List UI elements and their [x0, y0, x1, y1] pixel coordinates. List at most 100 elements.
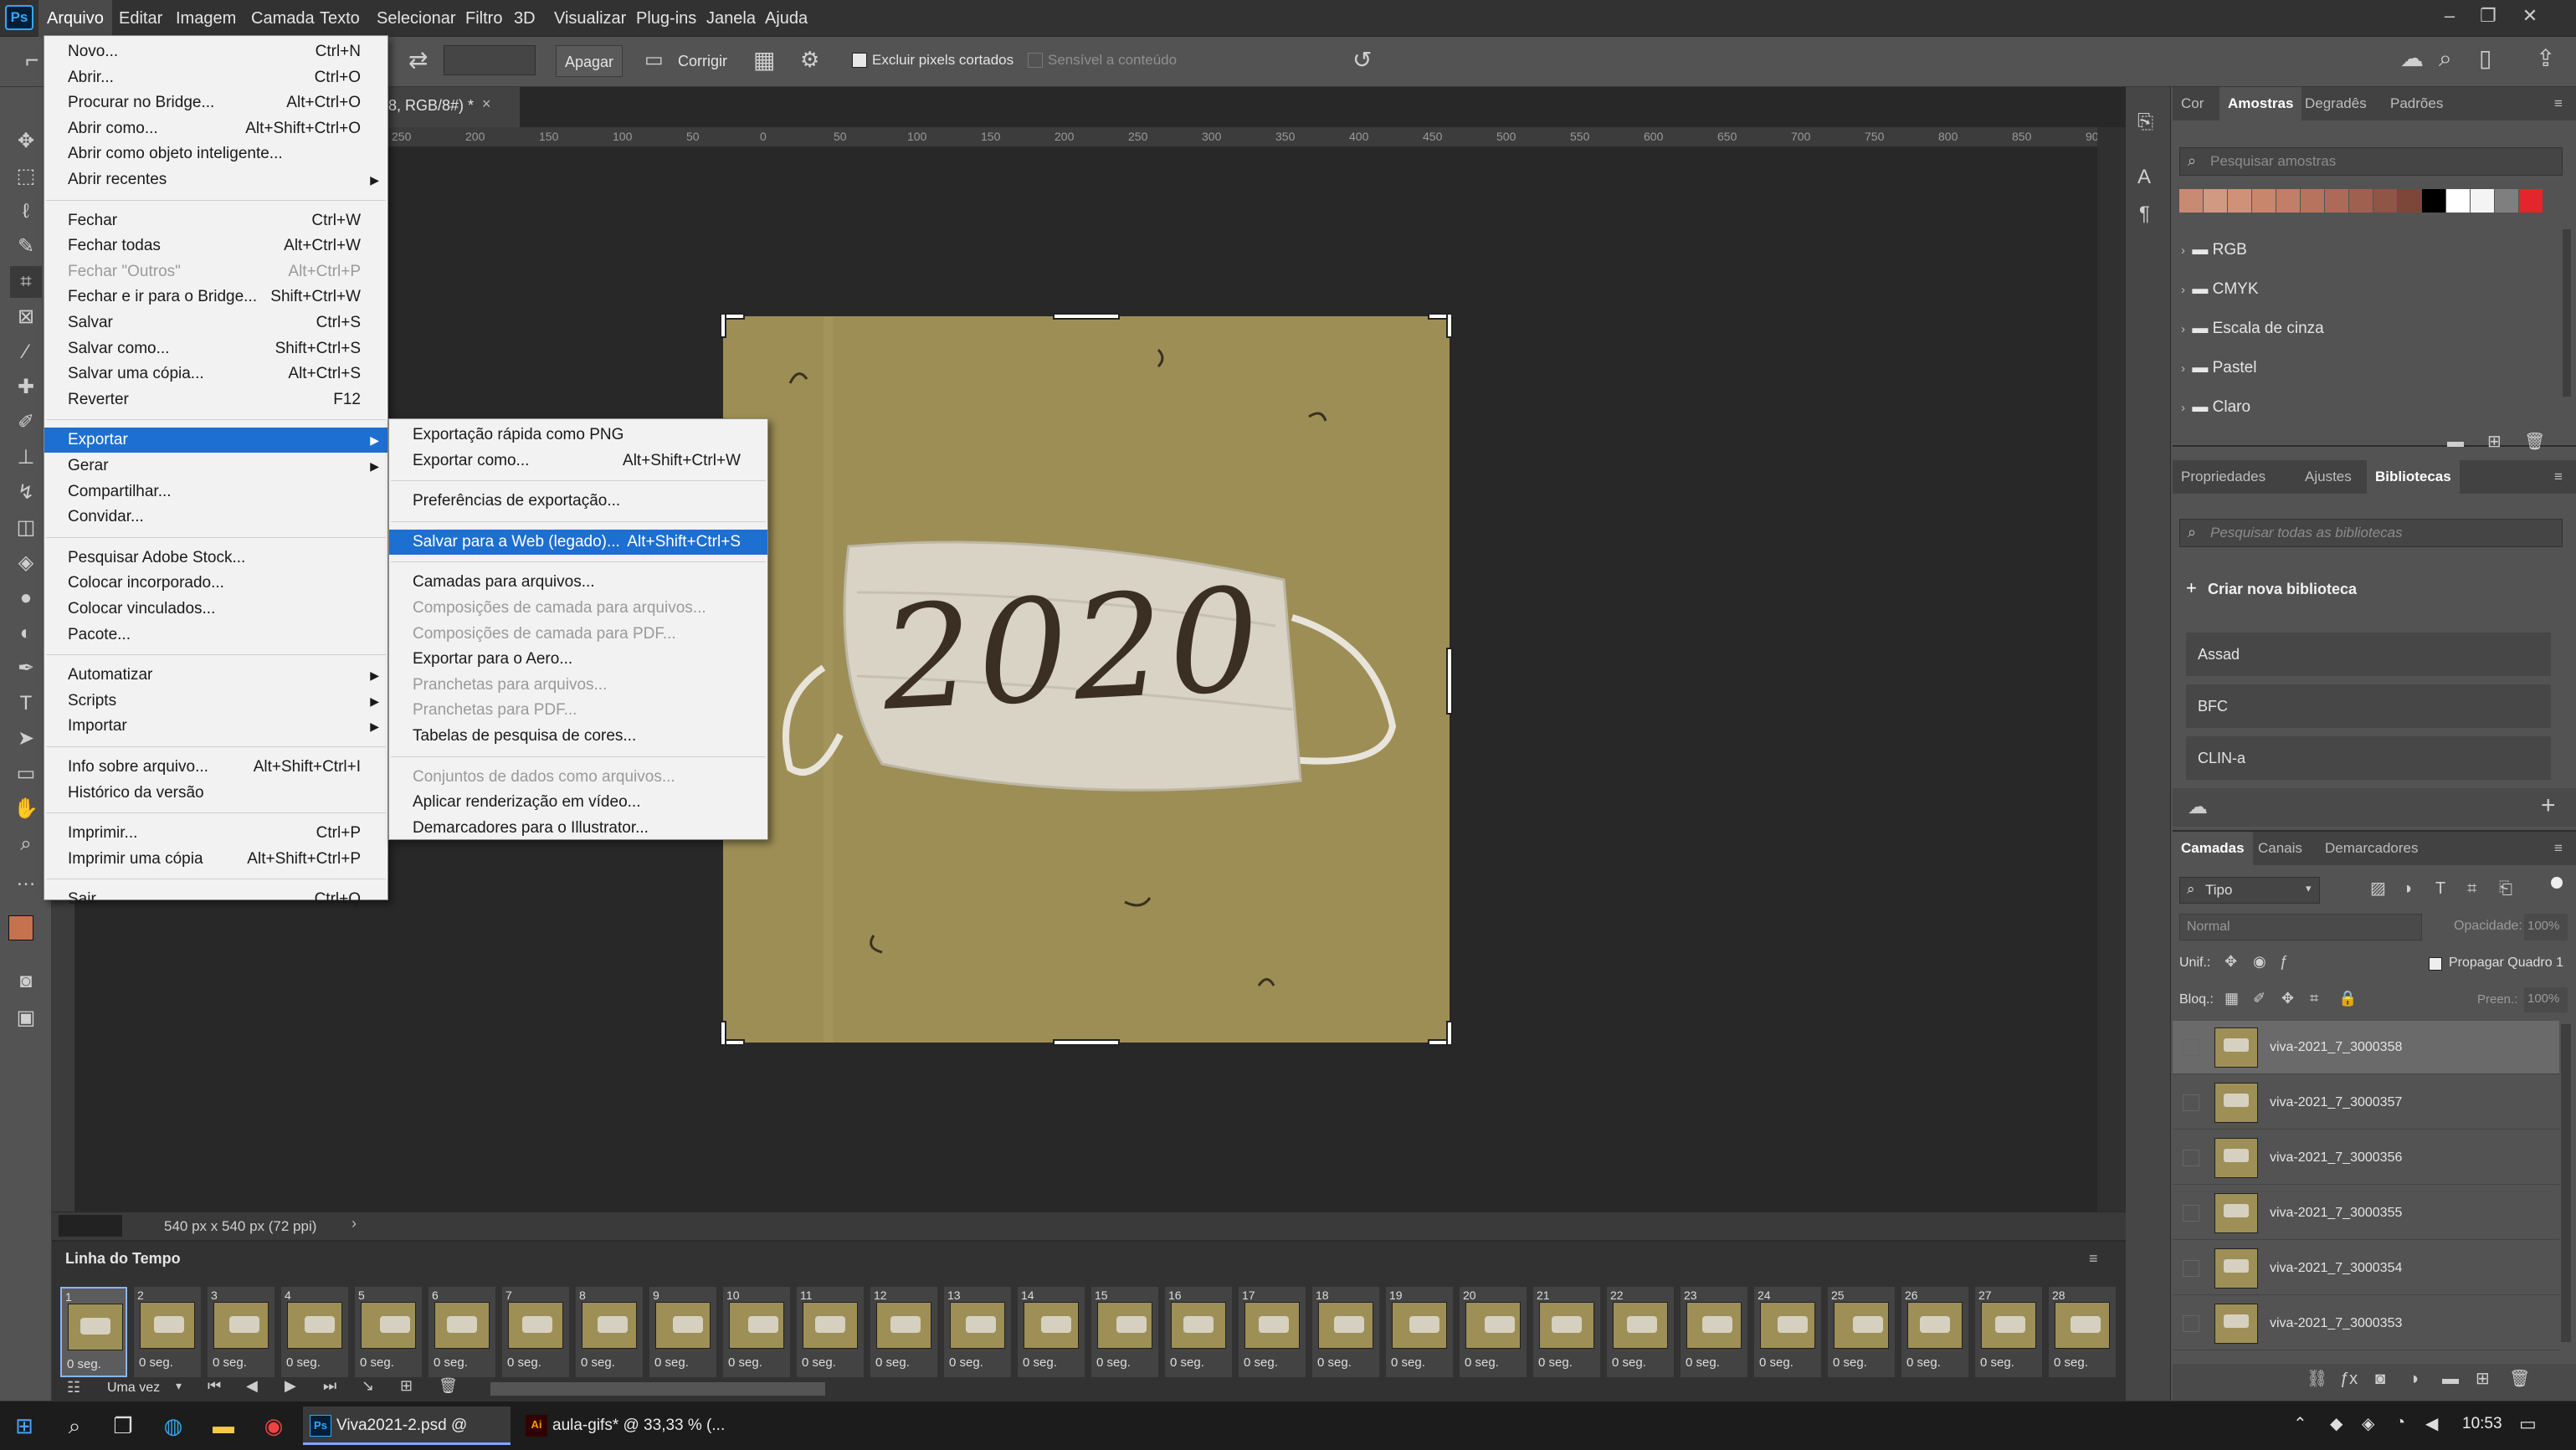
- ratio-input[interactable]: [444, 45, 536, 75]
- swatch-folder[interactable]: › ▬ Claro: [2181, 388, 2250, 427]
- menu-item[interactable]: Camadas para arquivos...: [389, 570, 767, 595]
- new-group-icon[interactable]: ▬: [2447, 433, 2464, 450]
- taskbar-app-illustrator[interactable]: Ai aula-gifs* @ 33,33 % (...: [519, 1406, 736, 1445]
- layer-row[interactable]: viva-2021_7_3000356: [2173, 1131, 2559, 1185]
- blend-mode-select[interactable]: Normal: [2179, 914, 2422, 940]
- lock-transparent-icon[interactable]: ▦: [2224, 991, 2239, 1006]
- menu-item[interactable]: Abrir... Ctrl+O: [44, 65, 387, 90]
- menu-item[interactable]: Exportar ▶: [44, 428, 387, 453]
- timeline-frame[interactable]: 19 0 seg.: [1386, 1287, 1453, 1377]
- swatch-folder[interactable]: › ▬ Escala de cinza: [2181, 310, 2324, 348]
- color-swatch[interactable]: [2398, 189, 2421, 213]
- frame-delay[interactable]: 0 seg.: [1833, 1355, 1867, 1370]
- frame-delay[interactable]: 0 seg.: [1980, 1355, 2014, 1370]
- timeline-frame[interactable]: 9 0 seg.: [649, 1287, 716, 1377]
- opacity-input[interactable]: 100%: [2524, 914, 2568, 940]
- filter-pixel-icon[interactable]: ▨: [2370, 880, 2386, 897]
- frame-delay[interactable]: 0 seg.: [67, 1357, 101, 1371]
- visibility-toggle[interactable]: [2183, 1315, 2199, 1332]
- timeline-frame[interactable]: 23 0 seg.: [1681, 1287, 1747, 1377]
- visibility-toggle[interactable]: [2183, 1205, 2199, 1222]
- tab-swatches[interactable]: Amostras: [2219, 87, 2302, 120]
- crop-handle[interactable]: [1446, 648, 1453, 715]
- swatch-search-input[interactable]: Pesquisar amostras: [2179, 147, 2563, 176]
- file-explorer-icon[interactable]: ▬: [208, 1410, 239, 1442]
- frame-delay[interactable]: 0 seg.: [1391, 1355, 1425, 1370]
- timeline-frame[interactable]: 8 0 seg.: [576, 1287, 643, 1377]
- first-frame-icon[interactable]: ⏮: [208, 1377, 221, 1395]
- library-search-input[interactable]: Pesquisar todas as bibliotecas: [2179, 519, 2563, 547]
- menu-item[interactable]: Automatizar ▶: [44, 663, 387, 688]
- frame-delay[interactable]: 0 seg.: [802, 1355, 836, 1370]
- search-icon[interactable]: ⌕: [59, 1410, 90, 1442]
- menu-10[interactable]: Janela: [698, 0, 764, 37]
- close-icon[interactable]: ✕: [2511, 0, 2549, 32]
- color-swatch[interactable]: [2373, 189, 2397, 213]
- filter-adjustment-icon[interactable]: ◑: [2402, 880, 2412, 897]
- color-swatch[interactable]: [2252, 189, 2276, 213]
- tray-chevron-icon[interactable]: ⌃: [2293, 1413, 2307, 1434]
- menu-item[interactable]: Fechar e ir para o Bridge... Shift+Ctrl+W: [44, 284, 387, 310]
- timeline-frame[interactable]: 2 0 seg.: [134, 1287, 201, 1377]
- layer-row[interactable]: viva-2021_7_3000358: [2173, 1021, 2559, 1074]
- straighten-button[interactable]: Corrigir: [670, 45, 736, 77]
- menu-item[interactable]: Abrir como... Alt+Shift+Ctrl+O: [44, 116, 387, 141]
- color-swatch[interactable]: [2519, 189, 2543, 213]
- add-icon[interactable]: +: [2541, 792, 2556, 820]
- visibility-toggle[interactable]: [2183, 1260, 2199, 1277]
- menu-item[interactable]: Importar ▶: [44, 714, 387, 739]
- menu-2[interactable]: Imagem: [167, 0, 244, 37]
- frame-delay[interactable]: 0 seg.: [1096, 1355, 1131, 1370]
- search-icon[interactable]: ⌕: [2439, 47, 2452, 70]
- share-icon[interactable]: ☁: [2400, 47, 2424, 70]
- convert-timeline-icon[interactable]: ☷: [67, 1379, 80, 1396]
- pen-tool-icon[interactable]: ✒: [10, 653, 42, 684]
- color-swatch[interactable]: [2204, 189, 2227, 213]
- dropbox-icon[interactable]: ◆: [2330, 1413, 2343, 1434]
- library-item[interactable]: Assad: [2186, 633, 2551, 676]
- menu-4[interactable]: Texto: [311, 0, 368, 37]
- cloud-icon[interactable]: ☁: [2188, 795, 2208, 819]
- frame-delay[interactable]: 0 seg.: [286, 1355, 321, 1370]
- menu-item[interactable]: Abrir como objeto inteligente...: [44, 141, 387, 167]
- unify-visibility-icon[interactable]: ◉: [2253, 954, 2266, 969]
- tab-adjustments[interactable]: Ajustes: [2296, 460, 2360, 494]
- clock[interactable]: 10:53: [2462, 1415, 2502, 1433]
- menu-item[interactable]: Preferências de exportação...: [389, 489, 767, 514]
- timeline-frame[interactable]: 1 0 seg.: [60, 1287, 127, 1377]
- frame-delay[interactable]: 0 seg.: [1906, 1355, 1941, 1370]
- content-aware-checkbox[interactable]: [1028, 53, 1043, 68]
- grid-overlay-icon[interactable]: ▦: [753, 49, 775, 72]
- lock-icon[interactable]: 🔒: [2338, 991, 2357, 1006]
- menu-item[interactable]: Colocar vinculados...: [44, 597, 387, 622]
- timeline-frame[interactable]: 4 0 seg.: [281, 1287, 348, 1377]
- menu-item[interactable]: Abrir recentes ▶: [44, 167, 387, 192]
- filter-shape-icon[interactable]: ⌗: [2467, 880, 2476, 897]
- frame-delay[interactable]: 0 seg.: [1244, 1355, 1278, 1370]
- color-swatch[interactable]: [2422, 189, 2445, 213]
- close-tab-icon[interactable]: ×: [482, 95, 491, 113]
- tab-properties[interactable]: Propriedades: [2173, 460, 2274, 494]
- canvas-image[interactable]: 2020: [723, 316, 1450, 1043]
- adjustment-layer-icon[interactable]: ◑: [2409, 1371, 2419, 1387]
- menu-1[interactable]: Editar: [110, 0, 171, 37]
- menu-8[interactable]: Visualizar: [546, 0, 634, 37]
- filter-type-icon[interactable]: T: [2435, 880, 2445, 897]
- timeline-frame[interactable]: 21 0 seg.: [1533, 1287, 1600, 1377]
- frame-tool-icon[interactable]: ⊠: [10, 301, 42, 333]
- straighten-icon[interactable]: ▭: [644, 50, 664, 70]
- loop-dropdown-icon[interactable]: ▾: [176, 1379, 182, 1393]
- quick-select-tool-icon[interactable]: ✎: [10, 231, 42, 263]
- task-view-icon[interactable]: ❐: [107, 1410, 139, 1442]
- gradient-tool-icon[interactable]: ◈: [10, 547, 42, 579]
- timeline-frame[interactable]: 5 0 seg.: [355, 1287, 422, 1377]
- menu-item[interactable]: Demarcadores para o Illustrator...: [389, 816, 767, 841]
- timeline-scrollbar[interactable]: [490, 1382, 825, 1396]
- lock-artboard-icon[interactable]: ⌗: [2310, 991, 2318, 1006]
- timeline-frame[interactable]: 6 0 seg.: [428, 1287, 495, 1377]
- menu-item[interactable]: Salvar uma cópia... Alt+Ctrl+S: [44, 361, 387, 387]
- menu-item[interactable]: Sair Ctrl+Q: [44, 887, 387, 912]
- unify-position-icon[interactable]: ✥: [2224, 954, 2237, 969]
- vertical-scrollbar[interactable]: [2097, 127, 2126, 1212]
- crop-tool-icon[interactable]: ⌐: [25, 49, 38, 72]
